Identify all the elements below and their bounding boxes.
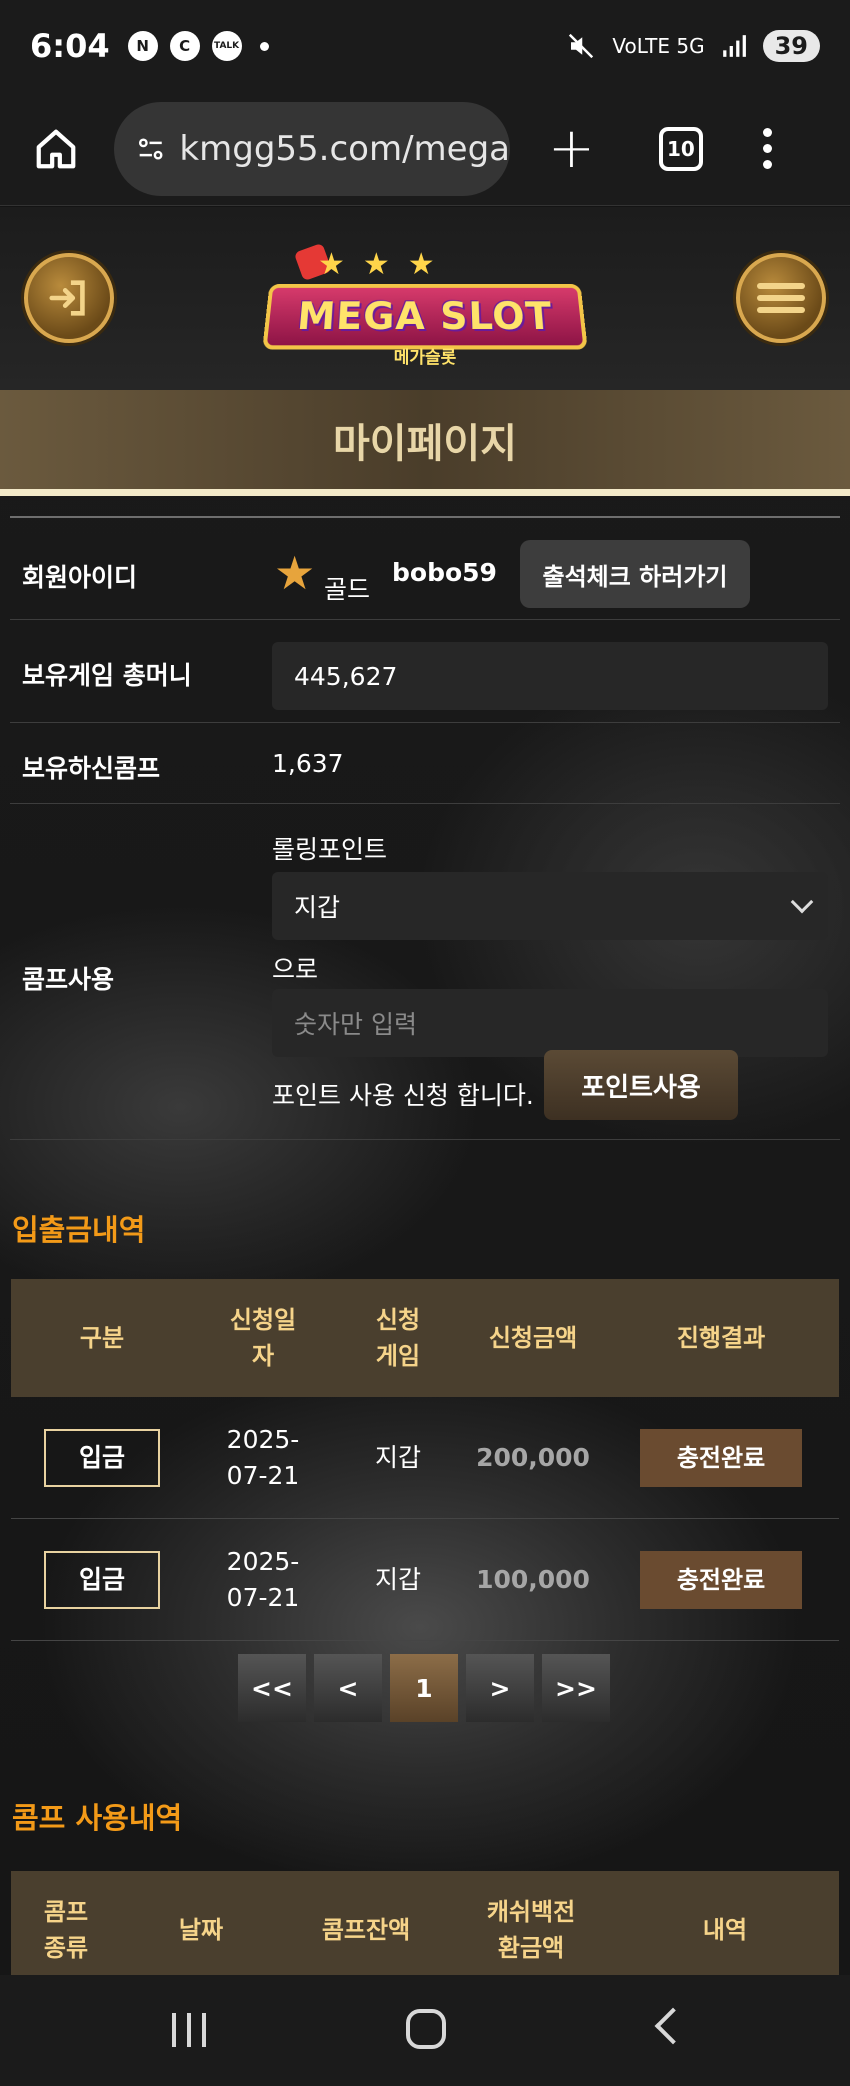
header-date: 날짜 [121, 1871, 281, 1975]
home-nav-button[interactable] [406, 2009, 446, 2049]
home-button[interactable] [20, 113, 92, 185]
header-type: 구분 [11, 1279, 193, 1397]
logo-subtitle: 메가슬롯 [258, 343, 592, 368]
header-comp-type: 콤프 종류 [11, 1871, 121, 1975]
type-badge: 입금 [44, 1551, 160, 1609]
table-row: 입금 2025- 07-21 지갑 100,000 충전완료 [11, 1519, 839, 1641]
recent-apps-button[interactable] [172, 2013, 206, 2047]
row-game: 지갑 [333, 1519, 463, 1641]
header-date: 신청일 자 [193, 1279, 333, 1397]
comp-row: 보유하신콤프 1,637 [10, 723, 840, 804]
row-date: 2025- 07-21 [193, 1519, 333, 1641]
signal-icon [721, 33, 747, 59]
comp-use-label: 콤프사용 [22, 960, 114, 996]
site-settings-icon [136, 132, 165, 166]
deposit-table-header: 구분 신청일 자 신청 게임 신청금액 진행결과 [11, 1279, 839, 1397]
prev-page-button[interactable]: < [314, 1654, 382, 1722]
network-label: VoLTE 5G [612, 34, 704, 58]
kakaotalk-notification-icon: TALK [212, 31, 242, 61]
mute-icon [566, 31, 596, 61]
point-amount-input[interactable]: 숫자만 입력 [272, 989, 828, 1057]
use-point-button[interactable]: 포인트사용 [544, 1050, 738, 1120]
page-title: 마이페이지 [333, 411, 517, 469]
user-id: bobo59 [392, 558, 497, 587]
comp-use-row: 콤프사용 롤링포인트 지갑 으로 숫자만 입력 포인트 사용 신청 합니다. 포… [10, 804, 840, 1140]
status-bar: 6:04 N C TALK VoLTE 5G 39 [0, 0, 850, 92]
site-header: ★★★ MEGA SLOT 메가슬롯 [0, 207, 850, 390]
header-game: 신청 게임 [333, 1279, 463, 1397]
header-status: 진행결과 [603, 1279, 839, 1397]
type-badge: 입금 [44, 1429, 160, 1487]
wallet-select-value: 지갑 [294, 888, 340, 924]
hamburger-menu-button[interactable] [736, 253, 826, 343]
header-details: 내역 [611, 1871, 839, 1975]
row-amount: 200,000 [463, 1397, 603, 1519]
comp-history-title: 콤프 사용내역 [12, 1795, 182, 1837]
c-notification-icon: C [170, 31, 200, 61]
login-button[interactable] [24, 253, 114, 343]
game-money-label: 보유게임 총머니 [22, 656, 192, 692]
game-money-row: 보유게임 총머니 445,627 [10, 620, 840, 723]
deposit-history-title: 입출금내역 [12, 1207, 145, 1249]
wallet-select[interactable]: 지갑 [272, 872, 828, 940]
row-amount: 100,000 [463, 1519, 603, 1641]
logo-banner: MEGA SLOT [262, 284, 587, 349]
new-tab-button[interactable]: + [548, 121, 595, 177]
row-date: 2025- 07-21 [193, 1397, 333, 1519]
header-comp-balance: 콤프잔액 [281, 1871, 451, 1975]
login-icon [46, 275, 92, 321]
chevron-down-icon [791, 891, 814, 914]
header-cashback-amount: 캐쉬백전 환금액 [451, 1871, 611, 1975]
battery-indicator: 39 [763, 30, 820, 62]
site-logo[interactable]: ★★★ MEGA SLOT 메가슬롯 [258, 225, 592, 375]
browser-toolbar: kmgg55.com/mega + 10 [0, 92, 850, 206]
more-notifications-icon [260, 42, 269, 51]
home-icon [33, 126, 79, 172]
navigation-bar [0, 1975, 850, 2086]
naver-notification-icon: N [128, 31, 158, 61]
apply-text: 포인트 사용 신청 합니다. [272, 1076, 534, 1112]
first-page-button[interactable]: << [238, 1654, 306, 1722]
web-page: ★★★ MEGA SLOT 메가슬롯 마이페이지 회원아이디 ★ 골드 bobo… [0, 207, 850, 1975]
table-row: 입금 2025- 07-21 지갑 200,000 충전완료 [11, 1397, 839, 1519]
comp-value: 1,637 [272, 749, 344, 778]
status-badge: 충전완료 [640, 1551, 802, 1609]
url-text: kmgg55.com/mega [179, 129, 510, 169]
row-game: 지갑 [333, 1397, 463, 1519]
member-id-label: 회원아이디 [22, 558, 137, 594]
grade-label: 골드 [324, 570, 370, 606]
comp-label: 보유하신콤프 [22, 749, 160, 785]
last-page-button[interactable]: >> [542, 1654, 610, 1722]
browser-menu-button[interactable] [763, 128, 772, 169]
header-amount: 신청금액 [463, 1279, 603, 1397]
clock: 6:04 [30, 27, 110, 65]
status-badge: 충전완료 [640, 1429, 802, 1487]
stars-icon: ★★★ [318, 247, 453, 282]
page-title-band: 마이페이지 [0, 390, 850, 496]
game-money-value: 445,627 [272, 642, 828, 710]
member-id-row: 회원아이디 ★ 골드 bobo59 출석체크 하러가기 [10, 518, 840, 620]
comp-table-header: 콤프 종류 날짜 콤프잔액 캐쉬백전 환금액 내역 [11, 1871, 839, 1975]
gold-grade-star-icon: ★ [274, 546, 315, 600]
pagination: << < 1 > >> [238, 1654, 610, 1722]
back-button[interactable] [655, 2008, 692, 2045]
attendance-check-button[interactable]: 출석체크 하러가기 [520, 540, 750, 608]
address-bar[interactable]: kmgg55.com/mega [114, 102, 510, 196]
rolling-point-label: 롤링포인트 [272, 830, 387, 866]
tab-switcher-button[interactable]: 10 [659, 127, 703, 171]
logo-title: MEGA SLOT [295, 295, 554, 339]
current-page-button[interactable]: 1 [390, 1654, 458, 1722]
to-label: 으로 [272, 950, 318, 986]
next-page-button[interactable]: > [466, 1654, 534, 1722]
